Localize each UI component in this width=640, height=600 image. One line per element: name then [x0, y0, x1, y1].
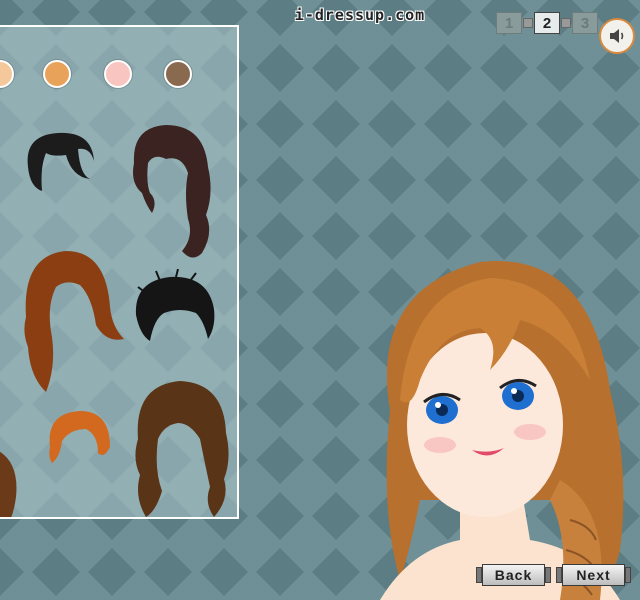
skin-swatch[interactable] [104, 60, 132, 88]
skin-swatch[interactable] [43, 60, 71, 88]
hairstyle-orange-bob[interactable] [44, 407, 114, 467]
speaker-icon [610, 29, 624, 43]
hairstyle-partial-left[interactable] [0, 437, 30, 519]
hairstyle-long-curly-brown[interactable] [128, 379, 232, 519]
hairstyle-short-black[interactable] [20, 127, 100, 202]
page-3-button[interactable]: 3 [572, 12, 598, 34]
sound-toggle-button[interactable] [599, 18, 635, 54]
skin-swatch[interactable] [164, 60, 192, 88]
page-selector: 1 2 3 [496, 12, 598, 34]
back-button-cap [545, 567, 551, 583]
back-button[interactable]: Back [482, 564, 545, 586]
hairstyle-messy-black[interactable] [130, 269, 220, 359]
character-model [380, 261, 624, 600]
hairstyle-long-auburn[interactable] [16, 247, 128, 397]
hairstyle-long-wavy-dark[interactable] [122, 123, 220, 263]
hairstyle-panel [0, 25, 239, 519]
skin-swatch[interactable] [0, 60, 14, 88]
next-button[interactable]: Next [562, 564, 625, 586]
pager-divider [523, 18, 533, 28]
page-1-button[interactable]: 1 [496, 12, 522, 34]
pager-divider [561, 18, 571, 28]
page-2-button[interactable]: 2 [534, 12, 560, 34]
site-logo[interactable]: i-dressup.com [260, 6, 460, 24]
next-button-cap [625, 567, 631, 583]
